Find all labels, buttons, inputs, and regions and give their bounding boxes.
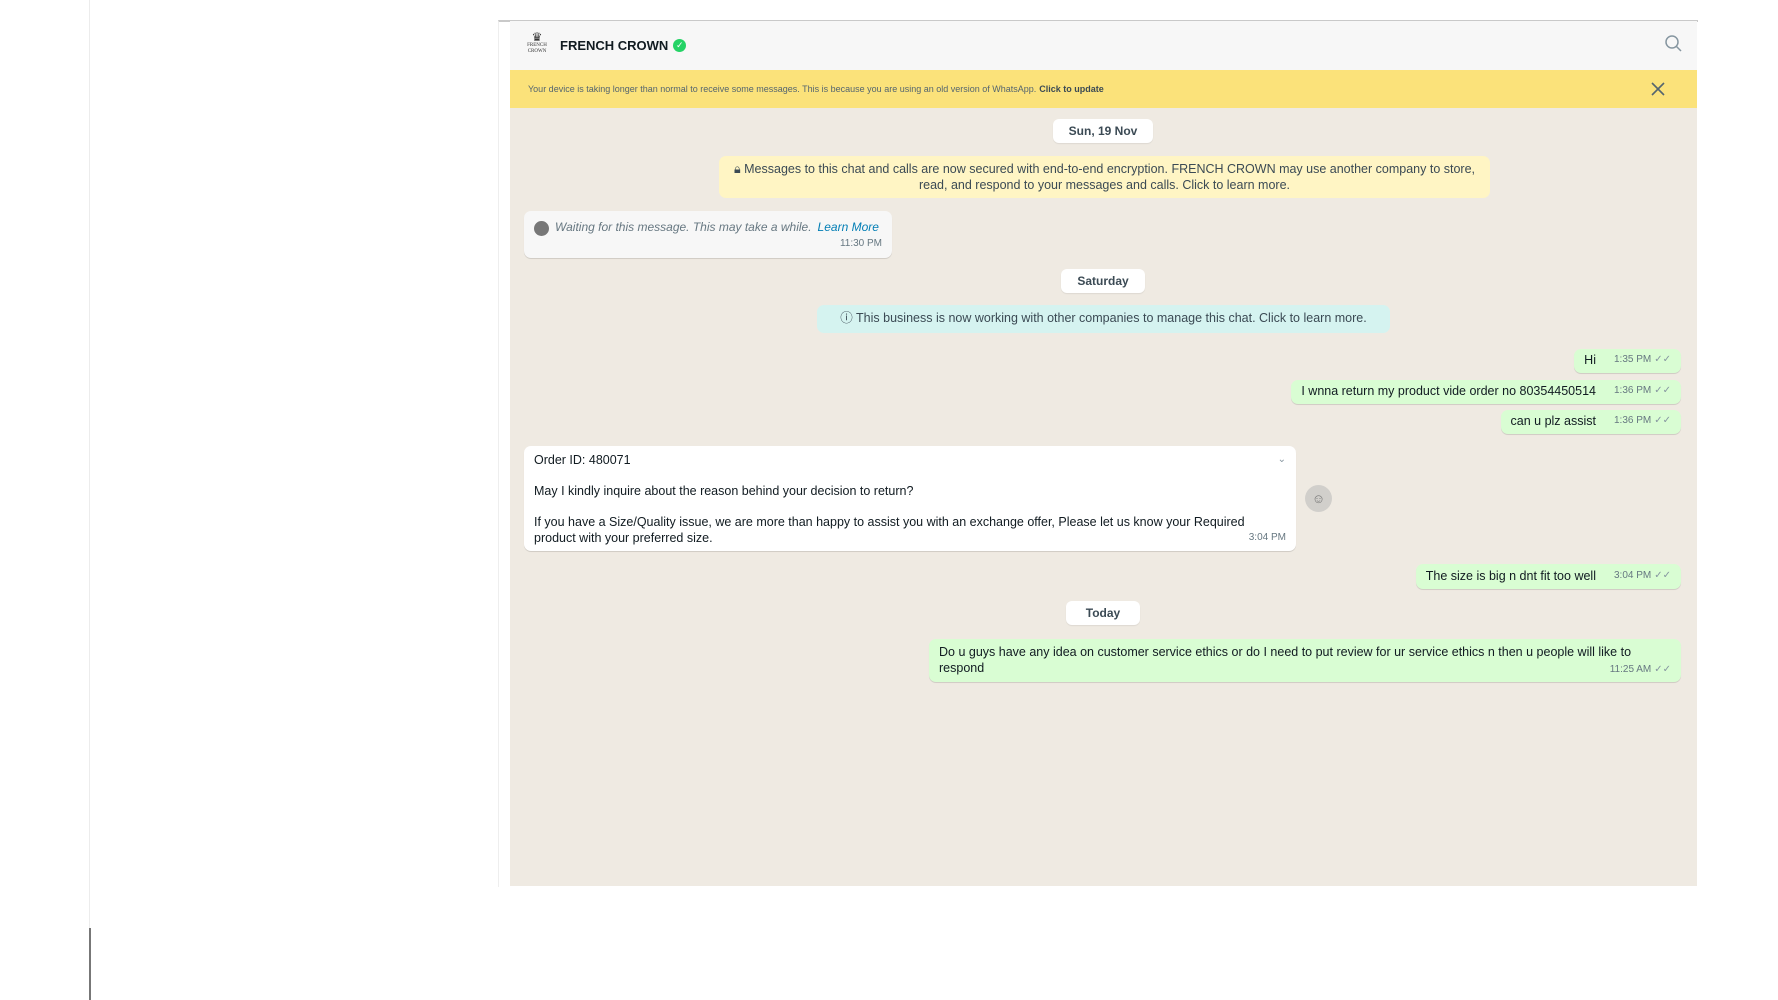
message-outgoing: Do u guys have any idea on customer serv… [929,639,1681,682]
emoji-reaction-button[interactable]: ☺ [1305,485,1332,512]
business-notice[interactable]: ⓘ This business is now working with othe… [817,305,1390,333]
divider [89,928,91,1000]
divider [89,0,90,1000]
read-receipt-icon: ✓✓ [1654,570,1671,581]
verified-icon: ✓ [673,39,687,52]
message-outgoing: Hi 1:35 PM ✓✓ [1574,349,1681,373]
chevron-down-icon[interactable]: ⌄ [1278,452,1286,468]
message-outgoing: can u plz assist 1:36 PM ✓✓ [1500,410,1681,434]
info-icon: ⓘ [840,311,853,325]
chat-title: FRENCH CROWN [560,38,669,53]
banner-text: Your device is taking longer than normal… [528,84,1037,94]
date-divider: Saturday [1061,269,1145,293]
chat-header[interactable]: ♛ FRENCH CROWN FRENCH CROWN ✓ [510,21,1697,70]
message-outgoing: I wnna return my product vide order no 8… [1291,380,1681,404]
update-link[interactable]: Click to update [1039,84,1104,94]
brand-logo: ♛ FRENCH CROWN [527,29,547,54]
read-receipt-icon: ✓✓ [1654,385,1671,396]
close-icon[interactable] [1648,79,1668,99]
read-receipt-icon: ✓✓ [1654,664,1671,675]
waiting-message: Waiting for this message. This may take … [524,211,892,258]
clock-icon [534,221,549,236]
encryption-notice[interactable]: 🔒︎ Messages to this chat and calls are n… [719,156,1490,198]
message-incoming: Order ID: 480071 May I kindly inquire ab… [524,446,1296,551]
date-divider: Sun, 19 Nov [1053,119,1153,143]
update-banner[interactable]: Your device is taking longer than normal… [510,70,1697,108]
lock-icon: 🔒︎ [733,162,741,176]
learn-more-link[interactable]: Learn More [818,219,879,235]
read-receipt-icon: ✓✓ [1654,354,1671,365]
message-outgoing: The size is big n dnt fit too well 3:04 P… [1415,564,1681,589]
read-receipt-icon: ✓✓ [1654,415,1671,426]
date-divider: Today [1066,601,1140,625]
search-icon[interactable] [1664,34,1684,54]
